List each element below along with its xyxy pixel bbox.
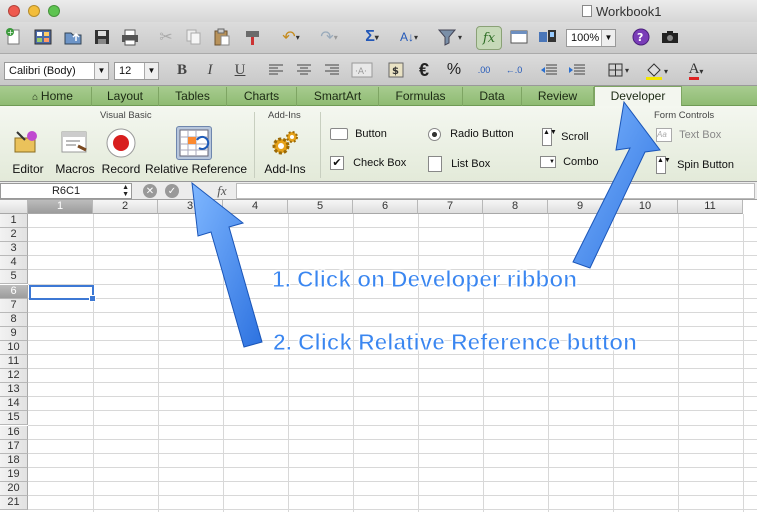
excel-window: Workbook1 + ✂ ↶ ▾ ↷ ▾ Σ ▾ A↓ ▾ ▾ fx 100%… [0,0,757,512]
annotation-step-2: 2. Click Relative Reference button [273,329,638,356]
arrow-to-relative-reference [191,181,263,348]
arrow-to-developer-tab [572,100,661,269]
annotation-arrows [191,100,661,348]
annotation-step-1: 1. Click on Developer ribbon [272,266,578,293]
